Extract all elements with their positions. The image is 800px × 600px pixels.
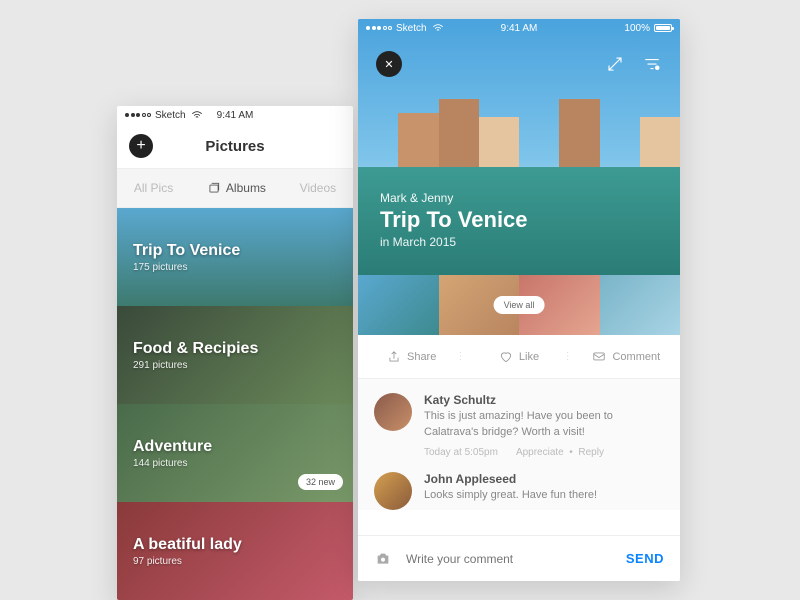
comment-meta: Today at 5:05pm Appreciate • Reply bbox=[424, 447, 664, 458]
album-date: in March 2015 bbox=[380, 235, 528, 249]
share-button[interactable]: Share bbox=[358, 350, 465, 364]
album-author: Mark & Jenny bbox=[380, 191, 528, 205]
battery-label: 100% bbox=[624, 23, 650, 34]
comment-composer: SEND bbox=[358, 535, 680, 581]
tab-all-pics[interactable]: All Pics bbox=[134, 181, 173, 195]
thumbnail-strip[interactable]: View all bbox=[358, 275, 680, 335]
comment-time: Today at 5:05pm bbox=[424, 447, 498, 458]
comment-item: Katy Schultz This is just amazing! Have … bbox=[374, 393, 664, 458]
thumbnail[interactable] bbox=[358, 275, 439, 335]
album-count: 97 pictures bbox=[133, 556, 353, 567]
hero: Sketch 9:41 AM 100% ✕ Mark & Jenny Trip … bbox=[358, 19, 680, 275]
album-item[interactable]: A beatiful lady 97 pictures bbox=[117, 502, 353, 600]
carrier-label: Sketch bbox=[396, 23, 427, 34]
clock: 9:41 AM bbox=[217, 110, 254, 121]
new-badge: 32 new bbox=[298, 474, 343, 490]
view-all-button[interactable]: View all bbox=[494, 296, 545, 314]
expand-icon[interactable] bbox=[606, 55, 624, 73]
album-item[interactable]: Trip To Venice 175 pictures bbox=[117, 208, 353, 306]
comments-list: Katy Schultz This is just amazing! Have … bbox=[358, 379, 680, 510]
album-title: Trip To Venice bbox=[133, 242, 353, 260]
comment-author: Katy Schultz bbox=[424, 393, 664, 407]
carrier-label: Sketch bbox=[155, 110, 186, 121]
action-label: Share bbox=[407, 351, 436, 363]
action-bar: Share Like Comment bbox=[358, 335, 680, 379]
pictures-screen: Sketch 9:41 AM + Pictures All Pics Album… bbox=[117, 106, 353, 600]
like-button[interactable]: Like bbox=[465, 350, 572, 364]
camera-icon[interactable] bbox=[374, 551, 392, 567]
wifi-icon bbox=[431, 21, 445, 35]
signal-dots-icon bbox=[125, 113, 151, 117]
status-bar: Sketch 9:41 AM 100% bbox=[358, 19, 680, 37]
comment-button[interactable]: Comment bbox=[573, 350, 680, 364]
filter-icon[interactable] bbox=[642, 55, 662, 73]
comment-icon bbox=[592, 350, 606, 364]
album-count: 291 pictures bbox=[133, 360, 353, 371]
heart-icon bbox=[499, 350, 513, 364]
clock: 9:41 AM bbox=[501, 23, 538, 34]
album-list: Trip To Venice 175 pictures Food & Recip… bbox=[117, 208, 353, 600]
comment-text: This is just amazing! Have you been to C… bbox=[424, 409, 664, 441]
nav-bar: + Pictures bbox=[117, 124, 353, 168]
share-icon bbox=[387, 350, 401, 364]
reply-link[interactable]: Reply bbox=[578, 447, 604, 458]
close-button[interactable]: ✕ bbox=[376, 51, 402, 77]
albums-icon bbox=[207, 181, 221, 195]
page-title: Pictures bbox=[205, 138, 264, 155]
album-count: 175 pictures bbox=[133, 262, 353, 273]
album-title: Adventure bbox=[133, 438, 353, 456]
send-button[interactable]: SEND bbox=[626, 551, 664, 566]
appreciate-link[interactable]: Appreciate bbox=[516, 447, 564, 458]
hero-toolbar: ✕ bbox=[358, 51, 680, 77]
thumbnail[interactable] bbox=[600, 275, 681, 335]
comment-text: Looks simply great. Have fun there! bbox=[424, 488, 664, 504]
album-title: Food & Recipies bbox=[133, 340, 353, 358]
hero-text: Mark & Jenny Trip To Venice in March 201… bbox=[380, 191, 528, 249]
signal-dots-icon bbox=[366, 26, 392, 30]
add-button[interactable]: + bbox=[129, 134, 153, 158]
avatar[interactable] bbox=[374, 472, 412, 510]
album-detail-screen: Sketch 9:41 AM 100% ✕ Mark & Jenny Trip … bbox=[358, 19, 680, 581]
avatar[interactable] bbox=[374, 393, 412, 431]
status-bar: Sketch 9:41 AM bbox=[117, 106, 353, 124]
action-label: Comment bbox=[612, 351, 660, 363]
album-title: Trip To Venice bbox=[380, 207, 528, 233]
comment-input[interactable] bbox=[406, 552, 612, 566]
album-title: A beatiful lady bbox=[133, 536, 353, 554]
album-item[interactable]: Adventure 144 pictures 32 new bbox=[117, 404, 353, 502]
tab-albums[interactable]: Albums bbox=[207, 181, 266, 195]
comment-item: John Appleseed Looks simply great. Have … bbox=[374, 472, 664, 510]
battery-icon bbox=[654, 24, 672, 32]
comment-author: John Appleseed bbox=[424, 472, 664, 486]
wifi-icon bbox=[190, 108, 204, 122]
tab-label: Albums bbox=[226, 181, 266, 195]
album-item[interactable]: Food & Recipies 291 pictures bbox=[117, 306, 353, 404]
action-label: Like bbox=[519, 351, 539, 363]
tabs: All Pics Albums Videos bbox=[117, 168, 353, 208]
album-count: 144 pictures bbox=[133, 458, 353, 469]
tab-videos[interactable]: Videos bbox=[300, 181, 336, 195]
